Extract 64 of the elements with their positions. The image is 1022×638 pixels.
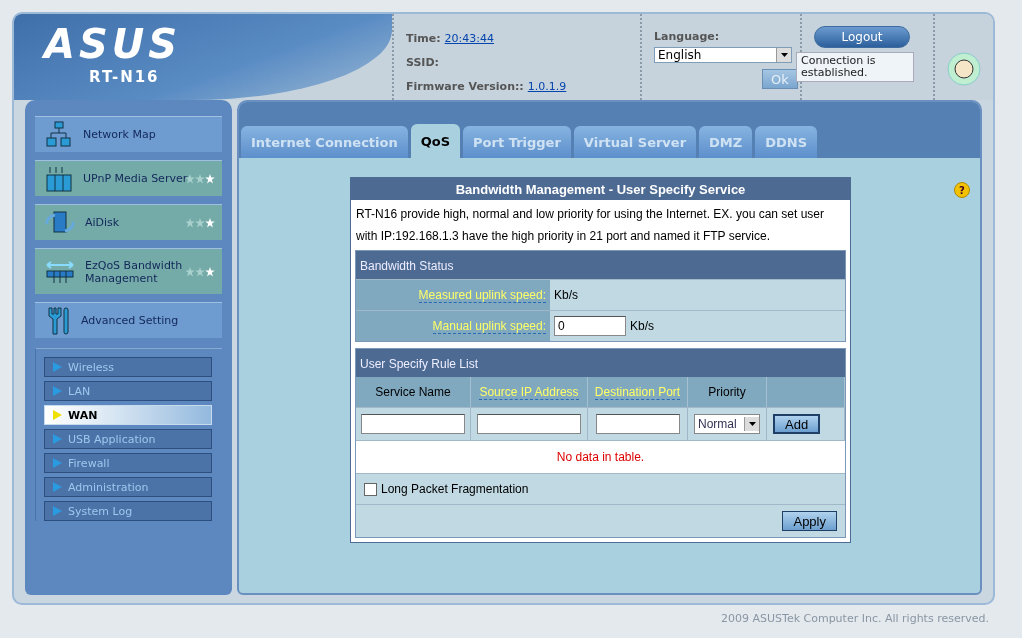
card-title: Bandwidth Management - User Specify Service: [351, 178, 850, 200]
field-label: Manual uplink speed:: [432, 318, 546, 334]
stars-icon: [186, 173, 216, 184]
copyright: 2009 ASUSTek Computer Inc. All rights reserved.: [720, 612, 990, 625]
triangle-icon: [53, 410, 62, 420]
submenu-item[interactable]: Firewall: [44, 453, 212, 473]
logout-button[interactable]: Logout: [814, 26, 910, 48]
column-header: Service Name: [356, 377, 471, 407]
stars-icon: [186, 266, 216, 277]
menu-item[interactable]: AiDisk: [35, 204, 222, 240]
time-label: Time:: [406, 31, 441, 45]
triangle-icon: [53, 362, 62, 372]
unit-label: Kb/s: [630, 319, 654, 333]
menu-item[interactable]: EzQoS Bandwidth Management: [35, 248, 222, 294]
service-name-input[interactable]: [361, 414, 465, 434]
language-select[interactable]: English: [654, 47, 792, 63]
model-name: RT-N16: [89, 68, 160, 86]
port-input[interactable]: [595, 414, 680, 434]
menu-item[interactable]: Advanced Setting: [35, 302, 222, 338]
triangle-icon: [53, 434, 62, 444]
bandwidth-icon: [45, 258, 75, 285]
submenu-item[interactable]: LAN: [44, 381, 212, 401]
disk-icon: [45, 209, 75, 236]
triangle-icon: [53, 458, 62, 468]
checkbox[interactable]: [364, 482, 377, 496]
checkbox-label: Long Packet Fragmentation: [381, 482, 529, 496]
triangle-icon: [53, 506, 62, 516]
add-button[interactable]: Add: [773, 414, 821, 434]
network-icon: [45, 120, 73, 149]
caret-icon: [780, 53, 788, 57]
section-title: User Specify Rule List: [356, 349, 845, 377]
column-header: Source IP Address: [471, 377, 588, 407]
menu-item[interactable]: UPnP Media Server: [35, 160, 222, 196]
film-icon: [45, 164, 73, 193]
priority-select[interactable]: Normal: [694, 414, 760, 434]
submenu-item[interactable]: System Log: [44, 501, 212, 521]
apply-button[interactable]: Apply: [782, 511, 837, 531]
speed-input[interactable]: 0: [554, 316, 626, 336]
source-ip-input[interactable]: [477, 414, 581, 434]
tooltip: Connection is established.: [796, 52, 914, 82]
tab[interactable]: QoS: [410, 124, 461, 158]
speed-value: Kb/s: [554, 288, 578, 302]
field-label: Measured uplink speed:: [418, 287, 546, 303]
firmware-link[interactable]: 1.0.1.9: [527, 79, 567, 93]
ssid-label: SSID:: [406, 55, 439, 69]
menu-item[interactable]: Network Map: [35, 116, 222, 152]
section-title: Bandwidth Status: [356, 251, 845, 279]
stars-icon: [186, 217, 216, 228]
submenu-item[interactable]: WAN: [44, 405, 212, 425]
tools-icon: [45, 305, 71, 336]
time-link[interactable]: 20:43:44: [444, 31, 494, 45]
triangle-icon: [53, 386, 62, 396]
firmware-label: Firmware Version::: [406, 79, 524, 93]
description: RT-N16 provide high, normal and low priority for using the Internet. EX. you can set user with IP:192.168.1.3 have the high priority in 21 port and named it FTP service.: [355, 206, 826, 245]
caret-icon: [748, 422, 756, 426]
submenu-item[interactable]: Administration: [44, 477, 212, 497]
help-icon[interactable]: ?: [954, 182, 970, 198]
column-header: Destination Port: [588, 377, 688, 407]
language-label: Language:: [654, 30, 721, 43]
avatar-icon: [947, 52, 981, 86]
triangle-icon: [53, 482, 62, 492]
submenu-item[interactable]: Wireless: [44, 357, 212, 377]
column-header: Priority: [688, 377, 767, 407]
submenu-item[interactable]: USB Application: [44, 429, 212, 449]
